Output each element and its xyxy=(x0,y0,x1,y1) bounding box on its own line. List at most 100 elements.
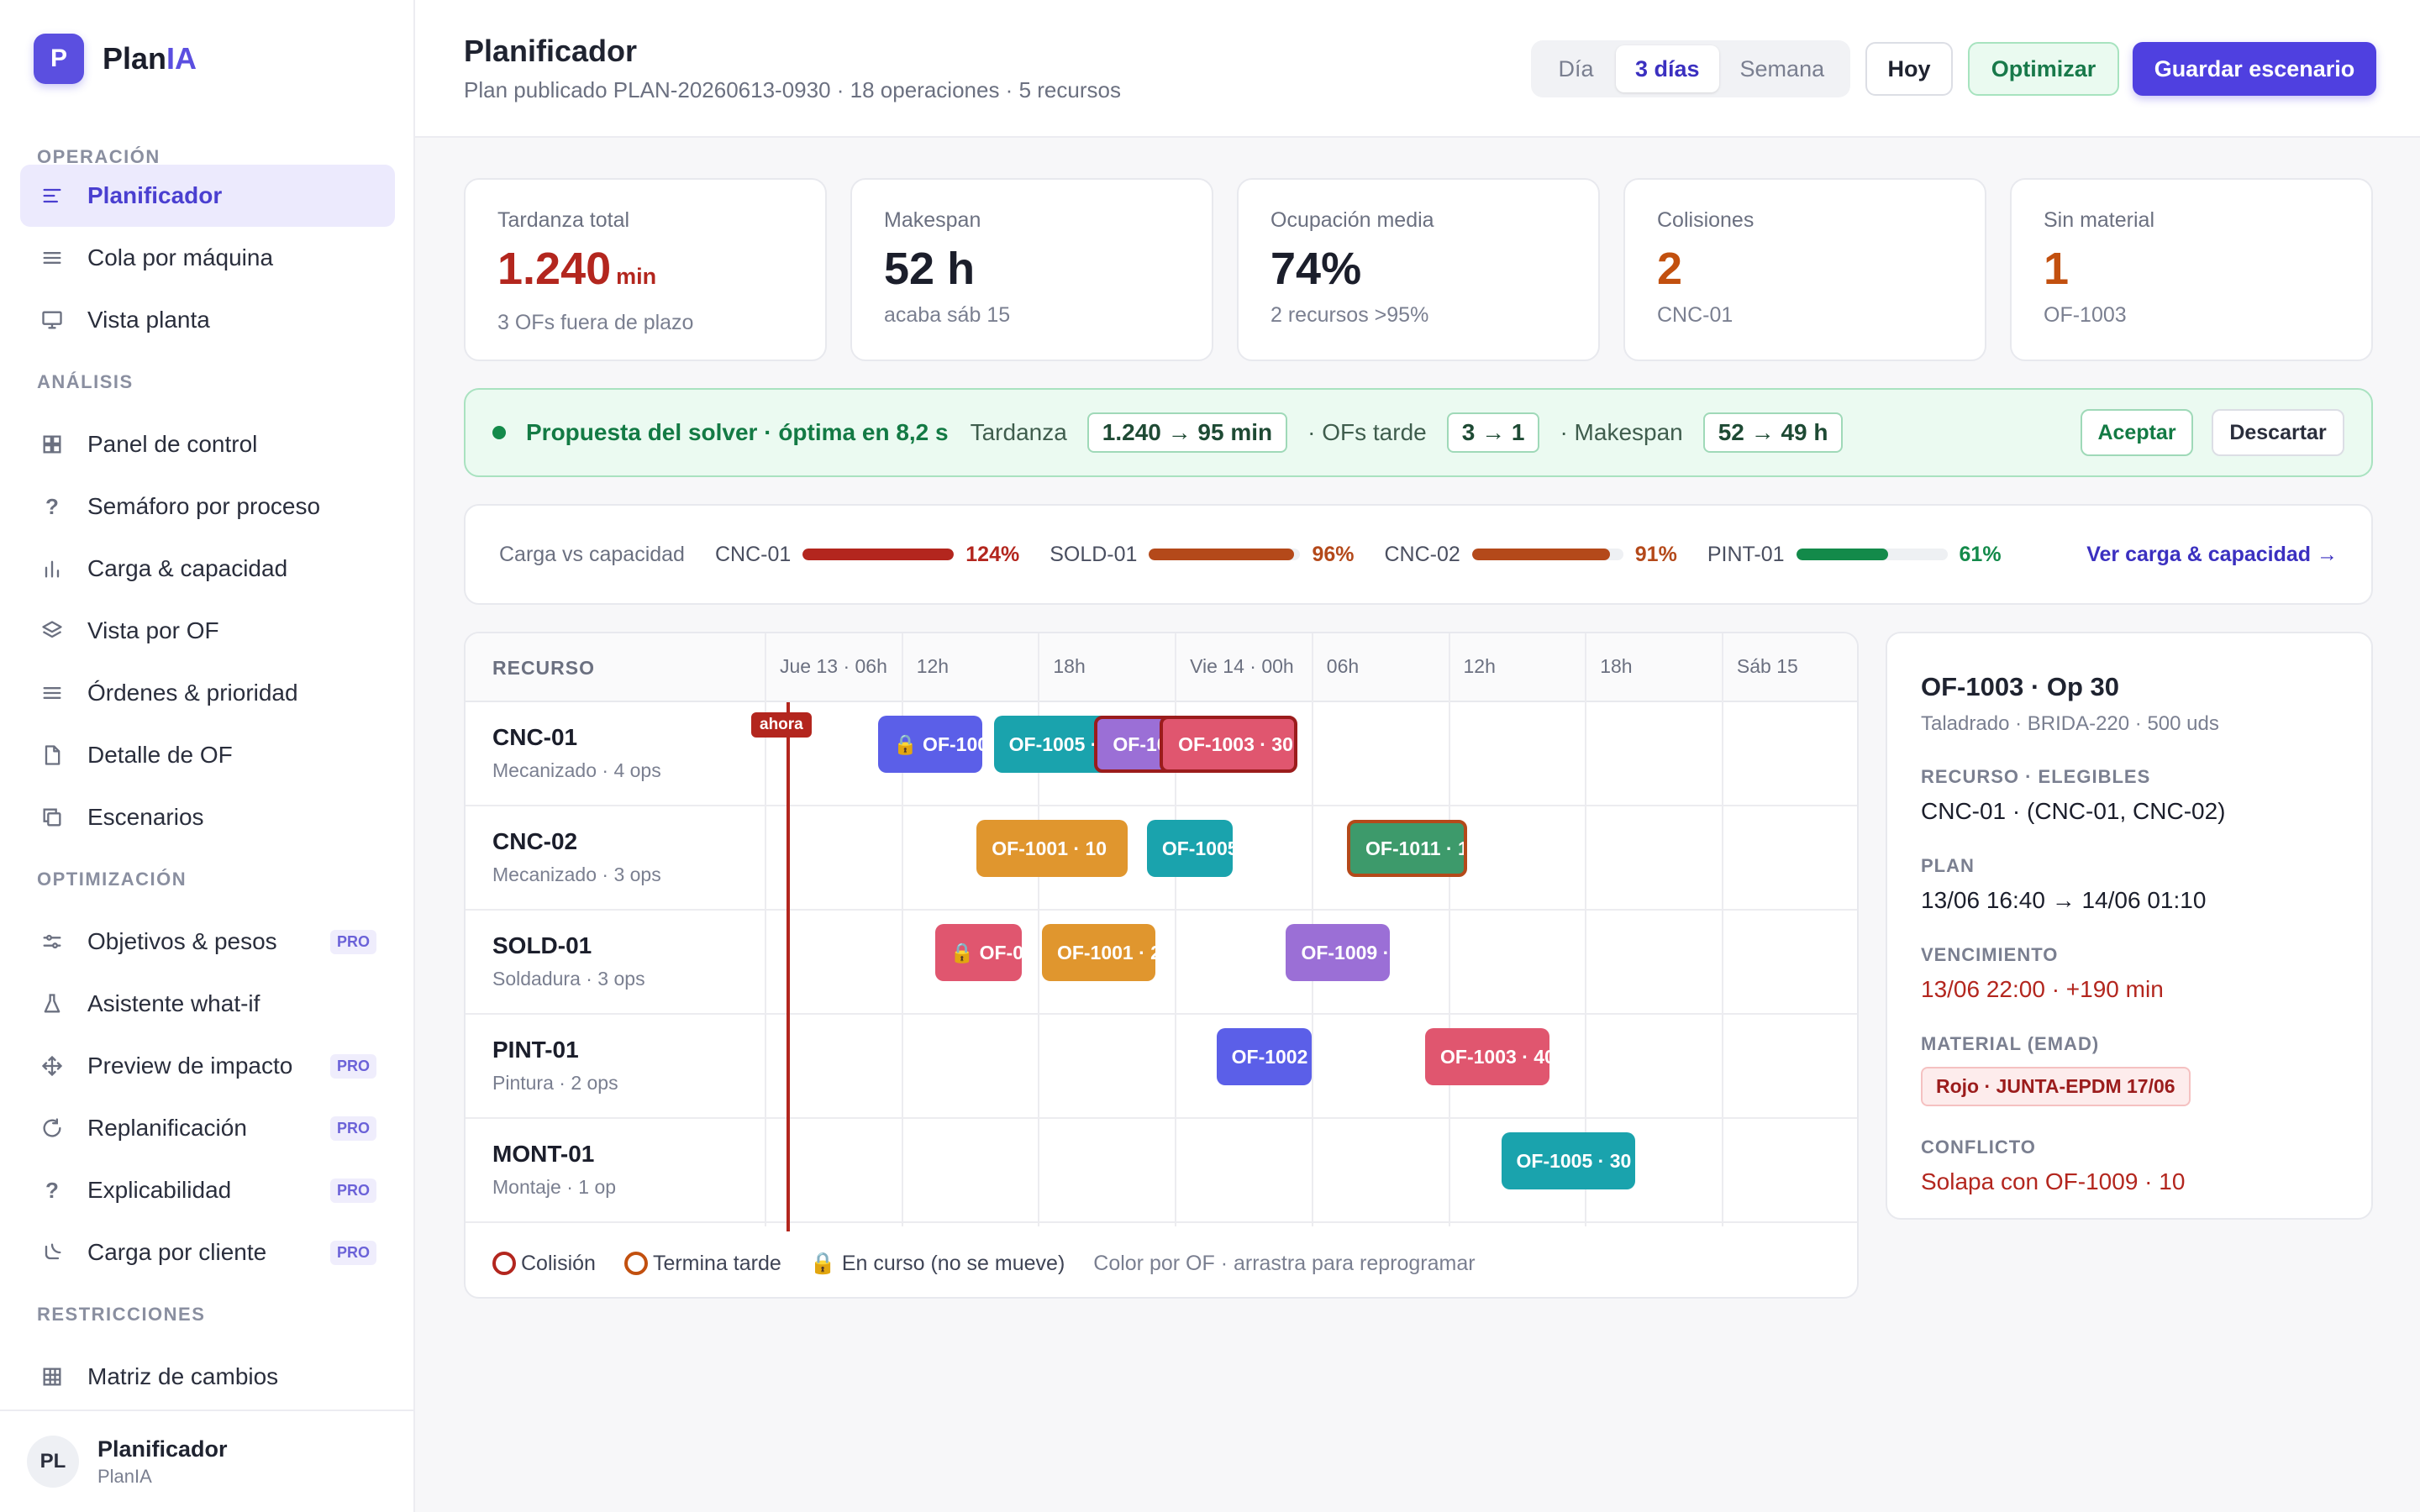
operation-bar[interactable]: OF-1009 · 20 xyxy=(1286,924,1390,981)
operation-detail-panel: OF-1003 · Op 30 Taladrado · BRIDA-220 · … xyxy=(1886,632,2373,1220)
accept-button[interactable]: Aceptar xyxy=(2081,409,2193,456)
align-left-icon xyxy=(37,181,67,211)
load-resource-name: PINT-01 xyxy=(1707,542,1785,566)
user-org: PlanIA xyxy=(97,1465,152,1487)
sidebar-item-label: Carga & capacidad xyxy=(87,555,288,581)
move-icon xyxy=(37,1051,67,1081)
kpi-label: Sin material xyxy=(2044,208,2154,232)
sidebar-item-asistente-what-if[interactable]: Asistente what-if xyxy=(20,973,395,1035)
kpi-label: Ocupación media xyxy=(1270,208,1434,232)
sidebar-item-label: Cola por máquina xyxy=(87,244,274,270)
question-icon: ? xyxy=(45,1177,59,1203)
resource-column-header: RECURSO xyxy=(492,657,596,679)
save-scenario-button[interactable]: Guardar escenario xyxy=(2133,42,2376,96)
sidebar-item-carga-por-cliente[interactable]: Carga por cliente PRO xyxy=(20,1221,395,1284)
kpi-note: CNC-01 xyxy=(1657,303,1733,327)
sidebar-item-panel-de-control[interactable]: Panel de control xyxy=(20,413,395,475)
resource-name[interactable]: MONT-01 xyxy=(492,1141,594,1168)
operation-bar[interactable]: OF-1003 · 30 xyxy=(1160,716,1298,773)
sidebar-item-vista-por-of[interactable]: Vista por OF xyxy=(20,600,395,662)
flask-icon xyxy=(37,989,67,1019)
resource-name[interactable]: CNC-01 xyxy=(492,724,577,751)
timeline-tick-label: Jue 13 · 06h xyxy=(780,655,887,677)
timeline-tick-label: 12h xyxy=(916,655,950,677)
operation-bar[interactable]: OF-1005 · 10 xyxy=(993,716,1111,773)
page-header: Planificador Plan publicado PLAN-2026061… xyxy=(415,0,2420,138)
kpi-note: 3 OFs fuera de plazo xyxy=(497,311,694,334)
operation-bar[interactable]: OF-1001 · 10 xyxy=(976,820,1128,877)
operation-bar[interactable]: 🔒 OF-0998 · 20 xyxy=(934,924,1022,981)
gantt-chart: RECURSO Jue 13 · 06h 12h 18h Vie 14 · 00h 06… xyxy=(464,632,1859,1299)
gantt-row-cnc-02: CNC-02 Mecanizado · 3 ops OF-1001 · 10 OF-1… xyxy=(466,806,1857,911)
sidebar-item-semáforo-por-proceso[interactable]: ? Semáforo por proceso xyxy=(20,475,395,538)
detail-subtitle: Taladrado · BRIDA-220 · 500 uds xyxy=(1921,712,2219,735)
load-bar-fill xyxy=(1471,549,1610,560)
operation-bar[interactable]: OF-1005 · 30 xyxy=(1501,1132,1635,1189)
view-3days-button[interactable]: 3 días xyxy=(1615,45,1719,92)
sidebar-item-escenarios[interactable]: Escenarios xyxy=(20,786,395,848)
layers-icon xyxy=(37,616,67,646)
kpi-note: 2 recursos >95% xyxy=(1270,303,1429,327)
load-bar xyxy=(1471,549,1623,560)
view-switcher: Día 3 días Semana xyxy=(1531,40,1850,97)
brand-logo[interactable]: P Plan IA xyxy=(34,34,197,84)
sidebar-nav: OPERACIÓN Planificador Cola por máquina Vis… xyxy=(20,126,395,1403)
legend-locked: 🔒 En curso (no se mueve) xyxy=(810,1252,1065,1276)
view-week-button[interactable]: Semana xyxy=(1719,45,1845,92)
kpi-note: OF-1003 xyxy=(2044,303,2127,327)
sidebar-item-carga-capacidad[interactable]: Carga & capacidad xyxy=(20,538,395,600)
kpi-card-occupancy: Ocupación media 74% 2 recursos >95% xyxy=(1237,178,1600,361)
resource-name[interactable]: CNC-02 xyxy=(492,828,577,855)
operation-bar[interactable]: OF-1011 · 10 xyxy=(1347,820,1467,877)
operation-bar[interactable]: 🔒 OF-1002 xyxy=(878,716,982,773)
sidebar-item-detalle-de-of[interactable]: Detalle de OF xyxy=(20,724,395,786)
operation-bar[interactable]: OF-1001 · 20 xyxy=(1041,924,1155,981)
resource-subtitle: Montaje · 1 op xyxy=(492,1176,617,1198)
brand-name-accent: IA xyxy=(166,41,197,76)
resource-name[interactable]: PINT-01 xyxy=(492,1037,579,1063)
sidebar-item-label: Objetivos & pesos xyxy=(87,928,277,954)
sidebar-item-órdenes-prioridad[interactable]: Órdenes & prioridad xyxy=(20,662,395,724)
sidebar-item-replanificación[interactable]: Replanificación PRO xyxy=(20,1097,395,1159)
load-bar-fill xyxy=(1149,549,1295,560)
load-resource: CNC-01 124% xyxy=(715,543,1019,567)
operation-bar[interactable]: OF-1003 · 40 xyxy=(1425,1028,1549,1085)
legend-label: 🔒 En curso (no se mueve) xyxy=(809,1251,1065,1275)
resource-name[interactable]: SOLD-01 xyxy=(492,932,592,959)
detail-resource-value: CNC-01 · (CNC-01, CNC-02) xyxy=(1921,798,2226,824)
nav-section-title: RESTRICCIONES xyxy=(37,1304,206,1325)
load-resource: SOLD-01 96% xyxy=(1050,543,1354,567)
detail-due-value: 13/06 22:00 · +190 min xyxy=(1921,976,2164,1002)
proposal-metric-value: 3 → 1 xyxy=(1446,412,1540,453)
gantt-row-sold-01: SOLD-01 Soldadura · 3 ops 🔒 OF-0998 · 20 OF… xyxy=(466,911,1857,1015)
view-day-button[interactable]: Día xyxy=(1536,45,1616,92)
load-bar-fill xyxy=(802,549,955,560)
sidebar-item-planificador[interactable]: Planificador xyxy=(20,165,395,227)
gantt-legend: Colisión Termina tarde 🔒 En curso (no se… xyxy=(466,1226,1857,1297)
pro-badge: PRO xyxy=(329,1116,376,1141)
today-button[interactable]: Hoy xyxy=(1865,42,1953,96)
file-icon xyxy=(37,740,67,770)
legend-label: Termina tarde xyxy=(652,1251,781,1275)
operation-bar[interactable]: OF-1005 · 20 xyxy=(1146,820,1233,877)
timeline-tick-label: Vie 14 · 00h xyxy=(1190,655,1294,677)
sidebar-item-label: Semáforo por proceso xyxy=(87,493,321,519)
kpi-value: 52 h xyxy=(884,244,976,294)
sidebar-item-objetivos-pesos[interactable]: Objetivos & pesos PRO xyxy=(20,911,395,973)
load-bar xyxy=(802,549,955,560)
pie-icon xyxy=(37,1237,67,1268)
sidebar-item-explicabilidad[interactable]: ? Explicabilidad PRO xyxy=(20,1159,395,1221)
view-load-capacity-link[interactable]: Ver carga & capacidad → xyxy=(2086,543,2338,567)
sidebar-item-cola-por-máquina[interactable]: Cola por máquina xyxy=(20,227,395,289)
user-profile[interactable]: PL Planificador PlanIA xyxy=(0,1410,413,1512)
optimize-button[interactable]: Optimizar xyxy=(1968,42,2119,96)
sidebar-item-label: Replanificación xyxy=(87,1115,247,1141)
copy-icon xyxy=(37,802,67,832)
sidebar-item-matriz-de-cambios[interactable]: Matriz de cambios xyxy=(20,1346,395,1403)
discard-button[interactable]: Descartar xyxy=(2212,409,2344,456)
detail-label: RECURSO · ELEGIBLES xyxy=(1921,766,2151,787)
sidebar-item-vista-planta[interactable]: Vista planta xyxy=(20,289,395,351)
operation-bar[interactable]: OF-1002 · 30 xyxy=(1216,1028,1312,1085)
load-percent: 96% xyxy=(1312,542,1355,566)
sidebar-item-preview-de-impacto[interactable]: Preview de impacto PRO xyxy=(20,1035,395,1097)
